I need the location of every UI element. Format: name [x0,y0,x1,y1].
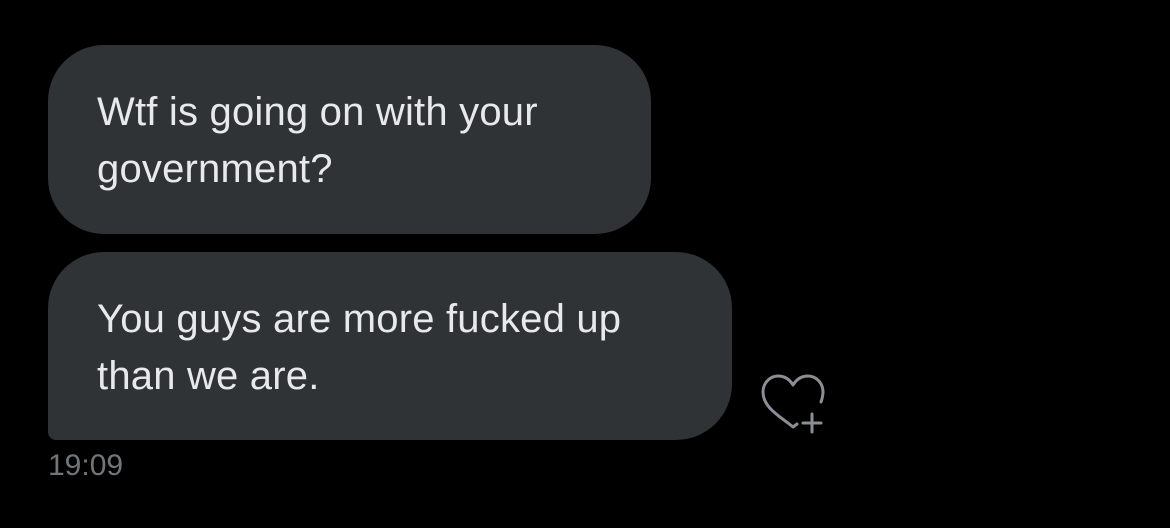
message-text-line: You guys are more fucked up [97,297,622,341]
message-bubble[interactable]: You guys are more fucked up than we are. [48,252,732,440]
message-timestamp: 19:09 [48,449,124,482]
heart-plus-icon [759,372,829,441]
add-reaction-button[interactable] [759,374,829,438]
message-text-line: government? [97,147,333,191]
message-text-line: than we are. [97,354,320,398]
message-text-line: Wtf is going on with your [97,90,538,134]
message-bubble[interactable]: Wtf is going on with your government? [48,45,651,234]
